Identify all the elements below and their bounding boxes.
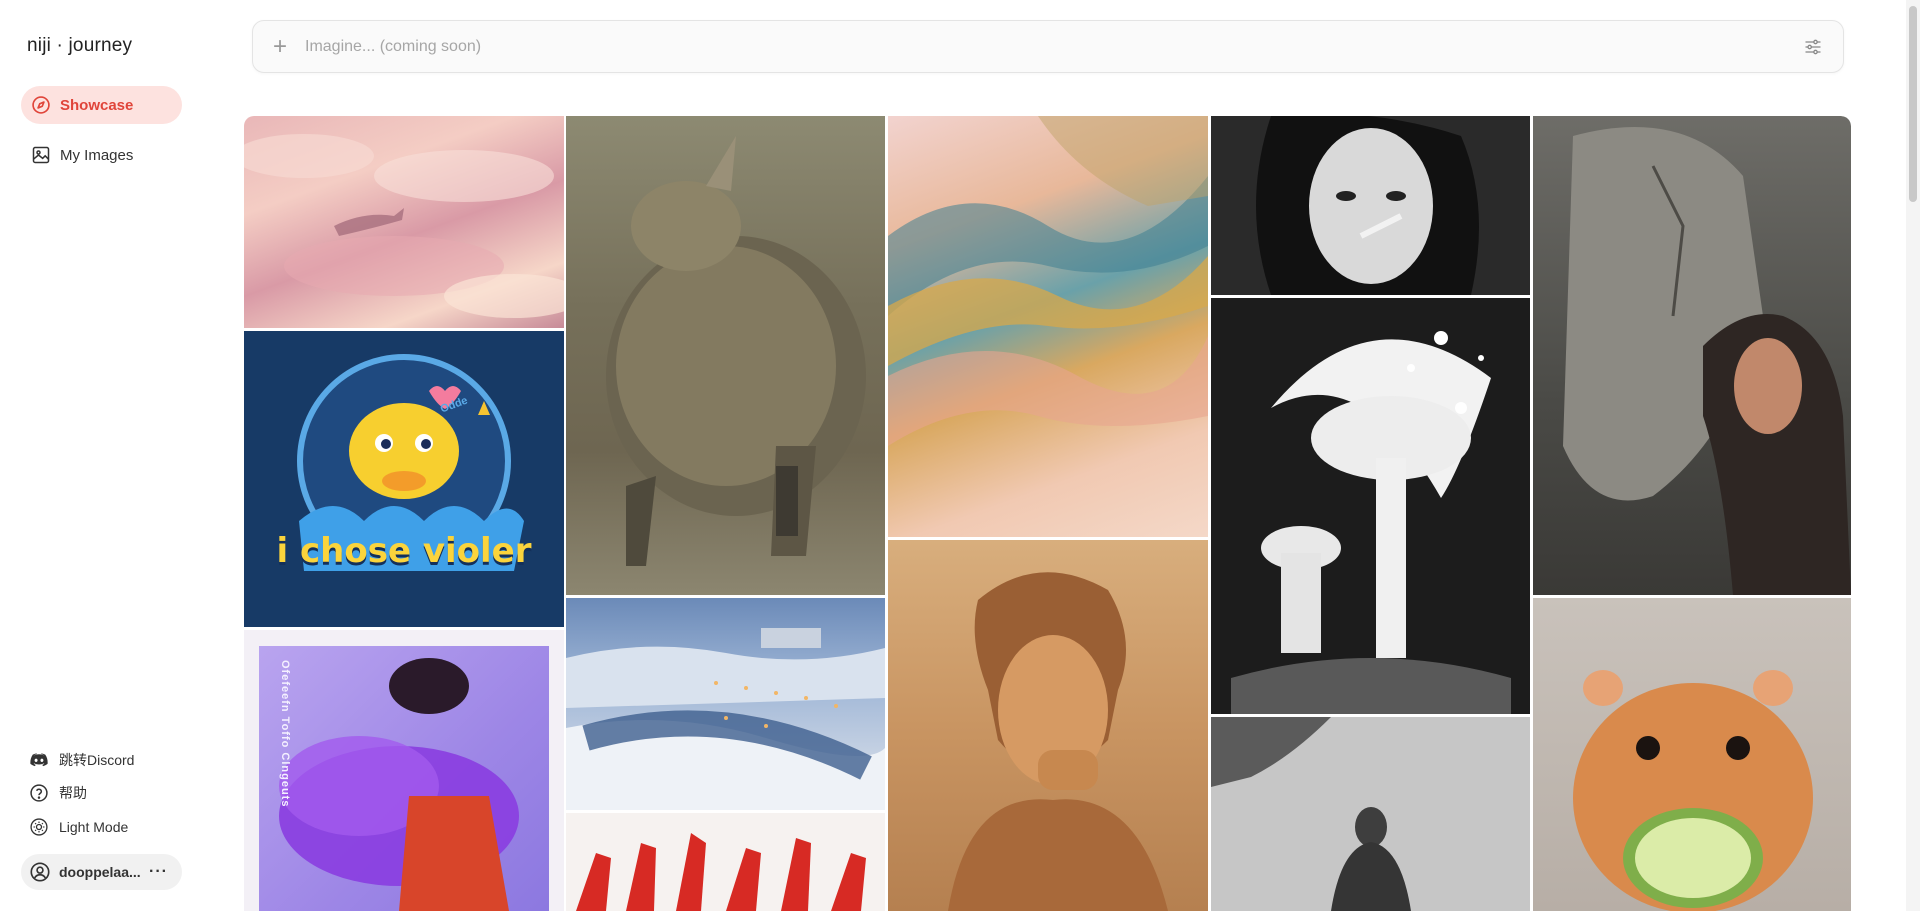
- mushroom-house-image: [1231, 331, 1511, 714]
- gallery-tile[interactable]: Ofefeefn Toffo Clngeuts: [244, 630, 564, 911]
- gallery-tile[interactable]: [566, 813, 885, 911]
- gallery-tile[interactable]: [888, 540, 1208, 911]
- help-icon: [28, 782, 50, 804]
- gallery-tile[interactable]: i chose violer Odde: [244, 331, 564, 627]
- red-dancers-image: [576, 833, 866, 911]
- gallery-tile[interactable]: [566, 116, 885, 595]
- gallery-tile[interactable]: [1211, 298, 1530, 714]
- gallery-tile[interactable]: [566, 598, 885, 810]
- gallery-tile[interactable]: [1211, 717, 1530, 911]
- watercolor-abstract-image: [888, 116, 1208, 446]
- prompt-input[interactable]: [305, 37, 1801, 56]
- bw-girl-image: [1256, 116, 1479, 295]
- theme-label: Light Mode: [59, 819, 129, 835]
- pink-clouds-image: [244, 134, 564, 318]
- purple-poster-image: Ofefeefn Toffo Clngeuts: [259, 646, 549, 911]
- discord-link[interactable]: 跳转Discord: [21, 745, 182, 775]
- hamster-cucumber-image: [1573, 670, 1813, 911]
- nav-my-images[interactable]: My Images: [21, 136, 182, 174]
- plus-icon[interactable]: +: [269, 34, 291, 58]
- help-label: 帮助: [59, 785, 87, 801]
- nav-showcase[interactable]: Showcase: [21, 86, 182, 124]
- image-gallery: i chose violer Odde Ofefeefn Toffo Clnge…: [244, 116, 1851, 911]
- sliders-icon[interactable]: [1801, 35, 1825, 59]
- gallery-tile[interactable]: [1533, 116, 1851, 595]
- page-scrollbar[interactable]: [1906, 0, 1920, 911]
- stone-face-image: [1563, 127, 1851, 595]
- poster-text: Ofefeefn Toffo Clngeuts: [279, 660, 291, 808]
- nav-showcase-label: Showcase: [60, 96, 134, 114]
- scrollbar-thumb[interactable]: [1909, 6, 1917, 202]
- theme-toggle[interactable]: Light Mode: [21, 812, 182, 842]
- sticker-text: i chose violer: [276, 531, 532, 571]
- discord-label: 跳转Discord: [59, 752, 135, 768]
- username: dooppelaa...: [59, 864, 141, 880]
- gallery-tile[interactable]: [1211, 116, 1530, 295]
- gallery-tile[interactable]: [1533, 598, 1851, 911]
- nav-my-images-label: My Images: [60, 146, 134, 164]
- gallery-tile[interactable]: [888, 116, 1208, 537]
- more-icon[interactable]: ···: [149, 863, 168, 881]
- sidebar: niji · journey Showcase My Images 跳转Disc…: [0, 0, 200, 911]
- user-menu[interactable]: dooppelaa... ···: [21, 854, 182, 890]
- discord-icon: [28, 749, 50, 771]
- sun-icon: [28, 816, 50, 838]
- bw-monk-image: [1211, 717, 1411, 911]
- prompt-bar: +: [252, 20, 1844, 73]
- armadillo-creature-image: [606, 136, 866, 566]
- compass-icon: [30, 94, 52, 116]
- snowy-city-image: [566, 628, 885, 810]
- app-title: niji · journey: [27, 35, 133, 56]
- vintage-portrait-image: [948, 572, 1168, 911]
- duck-sticker-image: [297, 354, 524, 571]
- user-icon: [29, 861, 51, 883]
- help-link[interactable]: 帮助: [21, 778, 182, 808]
- gallery-tile[interactable]: [244, 116, 564, 328]
- image-icon: [30, 144, 52, 166]
